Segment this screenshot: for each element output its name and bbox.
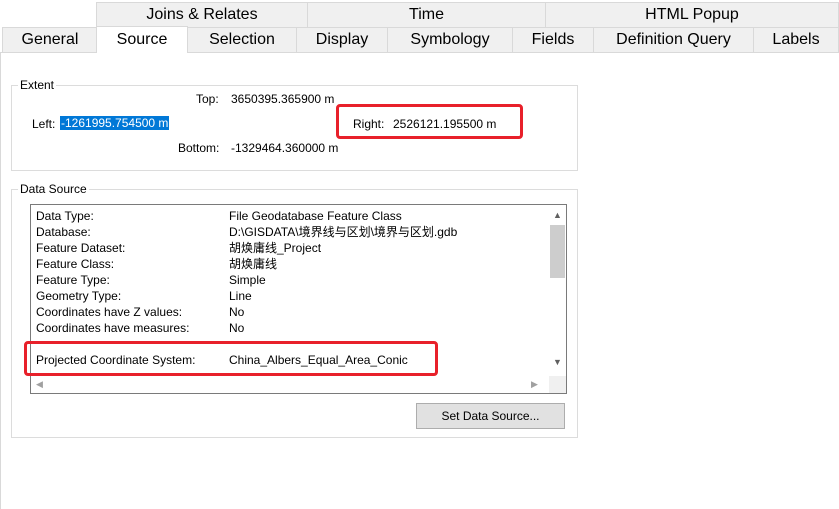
tab-html-popup[interactable]: HTML Popup — [545, 2, 839, 27]
bottom-label: Bottom: — [178, 141, 220, 155]
extent-legend: Extent — [18, 78, 57, 92]
data-source-listbox[interactable]: Data Type: File Geodatabase Feature Clas… — [30, 204, 567, 394]
right-value: 2526121.195500 m — [393, 117, 497, 131]
scroll-left-icon[interactable]: ◀ — [36, 379, 43, 390]
left-label: Left: — [32, 117, 56, 131]
right-label: Right: — [353, 117, 385, 131]
tab-selection[interactable]: Selection — [187, 27, 297, 52]
tab-labels[interactable]: Labels — [753, 27, 839, 52]
data-source-legend: Data Source — [18, 182, 89, 196]
top-label: Top: — [196, 92, 219, 106]
scroll-down-icon[interactable]: ▼ — [553, 357, 562, 368]
vertical-scrollbar[interactable]: ▲ ▼ — [549, 205, 566, 376]
scroll-up-icon[interactable]: ▲ — [553, 210, 562, 221]
tab-display[interactable]: Display — [296, 27, 388, 52]
tab-general[interactable]: General — [2, 27, 98, 52]
tab-joins-relates[interactable]: Joins & Relates — [96, 2, 308, 27]
scroll-right-icon[interactable]: ▶ — [531, 379, 538, 390]
bottom-value: -1329464.360000 m — [231, 141, 339, 155]
tab-symbology[interactable]: Symbology — [387, 27, 513, 52]
scrollbar-corner — [549, 376, 566, 393]
left-value[interactable]: -1261995.754500 m — [60, 116, 170, 130]
horizontal-scrollbar[interactable]: ◀ ▶ — [31, 376, 550, 393]
top-value: 3650395.365900 m — [231, 92, 335, 106]
tab-fields[interactable]: Fields — [512, 27, 594, 52]
set-data-source-button[interactable]: Set Data Source... — [416, 403, 565, 429]
tab-time[interactable]: Time — [307, 2, 546, 27]
tab-row-bottom: General Source Selection Display Symbolo… — [0, 26, 839, 53]
page-edge — [0, 52, 1, 509]
vertical-scroll-thumb[interactable] — [550, 225, 565, 278]
tab-row-top: Joins & Relates Time HTML Popup — [0, 2, 839, 27]
tab-definition-query[interactable]: Definition Query — [593, 27, 754, 52]
tab-source[interactable]: Source — [96, 26, 188, 53]
